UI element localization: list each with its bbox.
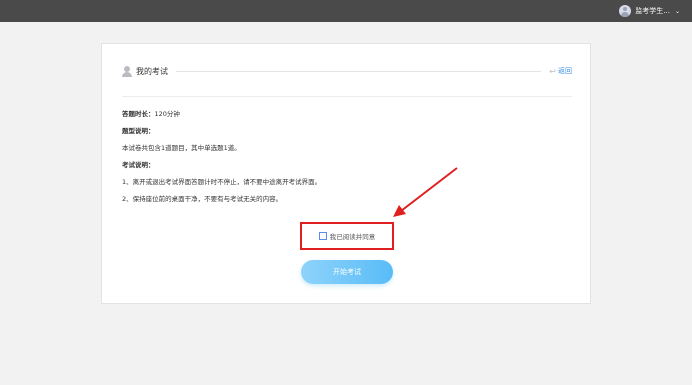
section-divider [122,96,572,97]
exam-note-2: 2、保持座位前的桌面干净，不要有与考试无关的内容。 [122,195,283,203]
exam-notes-heading: 考试说明： [122,161,155,169]
back-label: 返回 [558,67,572,75]
avatar [619,5,632,17]
question-type-heading: 题型说明： [122,127,155,135]
agree-checkbox-row[interactable]: 我已阅读并同意 [318,231,376,241]
top-bar: 监考学生... ⌄ [0,0,692,22]
duration-label: 答题时长： [122,110,155,118]
user-menu[interactable]: 监考学生... ⌄ [619,4,680,18]
duration-value: 120分钟 [154,110,180,118]
page-title: 我的考试 [136,66,168,76]
agree-label: 我已阅读并同意 [329,233,376,241]
exam-note-1: 1、离开或退出考试界面答题计时不停止，请不要中途离开考试界面。 [122,178,322,186]
person-icon [122,65,132,77]
chevron-down-icon: ⌄ [674,7,680,15]
agree-highlight-box: 我已阅读并同意 [300,222,394,250]
exam-card: 我的考试 ↩ 返回 答题时长：120分钟 题型说明： 本试卷共包含1道题目，其中… [101,43,591,304]
header-divider [176,70,542,72]
start-exam-button[interactable]: 开始考试 [301,260,393,284]
back-link[interactable]: ↩ 返回 [549,66,572,76]
agree-checkbox[interactable] [318,232,327,240]
card-header: 我的考试 ↩ 返回 [122,64,572,78]
duration-line: 答题时长：120分钟 [122,110,180,118]
back-arrow-icon: ↩ [549,66,556,76]
question-type-text: 本试卷共包含1道题目，其中单选题1道。 [122,144,241,152]
user-name: 监考学生... [635,7,670,15]
